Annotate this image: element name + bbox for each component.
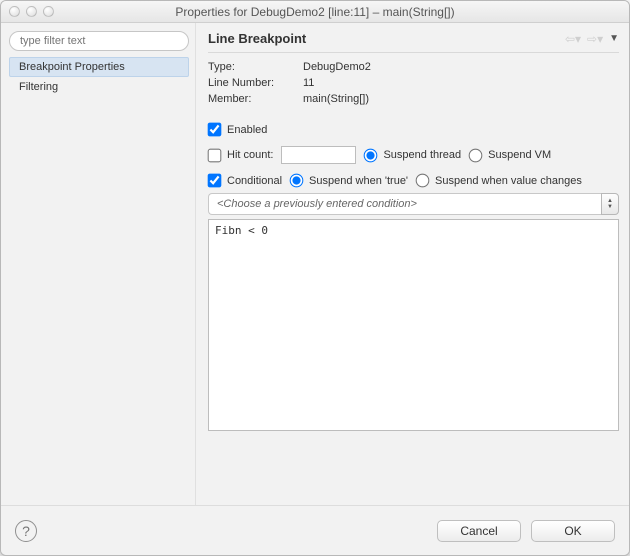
suspend-vm-label: Suspend VM <box>488 149 551 161</box>
suspend-thread-radio-input[interactable] <box>364 148 378 162</box>
condition-editor[interactable]: Fibn < 0 <box>208 219 619 431</box>
zoom-icon[interactable] <box>43 6 54 17</box>
conditional-label: Conditional <box>227 175 282 187</box>
suspend-true-label: Suspend when 'true' <box>309 175 408 187</box>
category-list: Breakpoint Properties Filtering <box>9 57 189 97</box>
suspend-vm-radio[interactable]: Suspend VM <box>469 149 551 162</box>
footer: ? Cancel OK <box>1 505 629 555</box>
suspend-true-radio-input[interactable] <box>290 174 304 188</box>
filter-input[interactable] <box>9 31 189 51</box>
line-label: Line Number: <box>208 77 303 89</box>
sidebar-item-filtering[interactable]: Filtering <box>9 77 189 97</box>
back-icon[interactable]: ⇦▾ <box>565 32 581 46</box>
enabled-checkbox[interactable]: Enabled <box>208 123 267 136</box>
form: Type:DebugDemo2 Line Number:11 Member:ma… <box>208 53 619 431</box>
sidebar: Breakpoint Properties Filtering <box>1 23 196 505</box>
condition-text: Fibn < 0 <box>215 224 268 237</box>
enabled-label: Enabled <box>227 124 267 136</box>
help-icon[interactable]: ? <box>15 520 37 542</box>
properties-dialog: Properties for DebugDemo2 [line:11] – ma… <box>0 0 630 556</box>
member-value: main(String[]) <box>303 93 369 105</box>
close-icon[interactable] <box>9 6 20 17</box>
sidebar-item-breakpoint-properties[interactable]: Breakpoint Properties <box>9 57 189 77</box>
stepper-icon[interactable]: ▲▼ <box>601 193 619 215</box>
suspend-thread-radio[interactable]: Suspend thread <box>364 149 461 162</box>
condition-history-dropdown[interactable]: <Choose a previously entered condition> … <box>208 193 619 215</box>
cancel-button[interactable]: Cancel <box>437 520 521 542</box>
enabled-checkbox-input[interactable] <box>208 123 222 137</box>
forward-icon[interactable]: ⇨▾ <box>587 32 603 46</box>
ok-button[interactable]: OK <box>531 520 615 542</box>
suspend-change-label: Suspend when value changes <box>435 175 582 187</box>
window-controls <box>9 6 54 17</box>
line-value: 11 <box>303 77 314 89</box>
suspend-true-radio[interactable]: Suspend when 'true' <box>290 174 408 187</box>
conditional-checkbox-input[interactable] <box>208 174 222 188</box>
content-area: Breakpoint Properties Filtering Line Bre… <box>1 23 629 505</box>
type-label: Type: <box>208 61 303 73</box>
hitcount-label: Hit count: <box>227 149 273 161</box>
type-value: DebugDemo2 <box>303 61 371 73</box>
suspend-vm-radio-input[interactable] <box>469 148 483 162</box>
hitcount-checkbox[interactable]: Hit count: <box>208 149 273 162</box>
suspend-change-radio[interactable]: Suspend when value changes <box>416 174 582 187</box>
member-label: Member: <box>208 93 303 105</box>
conditional-checkbox[interactable]: Conditional <box>208 174 282 187</box>
hitcount-input[interactable] <box>281 146 356 164</box>
titlebar: Properties for DebugDemo2 [line:11] – ma… <box>1 1 629 23</box>
suspend-change-radio-input[interactable] <box>416 174 430 188</box>
panel-heading: Line Breakpoint <box>208 31 565 46</box>
hitcount-checkbox-input[interactable] <box>208 148 222 162</box>
view-menu-icon[interactable]: ▼ <box>609 33 619 44</box>
suspend-thread-label: Suspend thread <box>383 149 461 161</box>
sidebar-item-label: Breakpoint Properties <box>19 61 125 73</box>
window-title: Properties for DebugDemo2 [line:11] – ma… <box>1 5 629 19</box>
sidebar-item-label: Filtering <box>19 81 58 93</box>
condition-history-placeholder: <Choose a previously entered condition> <box>208 193 601 215</box>
minimize-icon[interactable] <box>26 6 37 17</box>
main-panel: Line Breakpoint ⇦▾ ⇨▾ ▼ Type:DebugDemo2 … <box>196 23 629 505</box>
